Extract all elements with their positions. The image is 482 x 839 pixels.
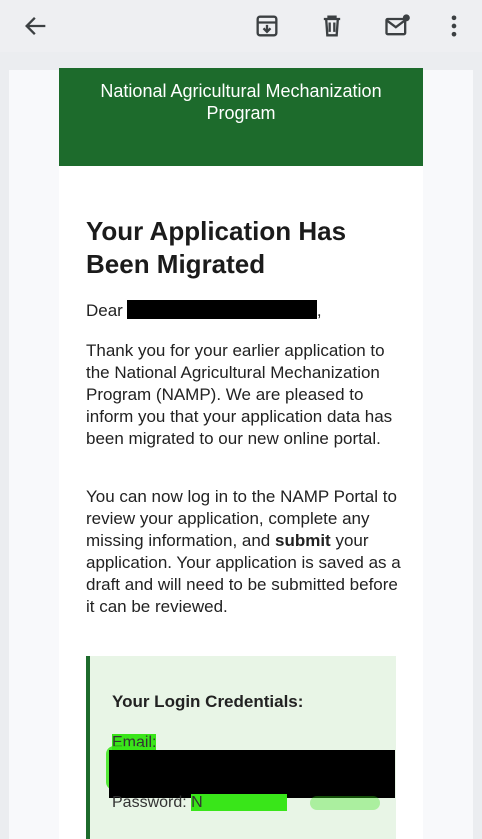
email-card: National Agricultural Mechanization Prog… xyxy=(59,68,423,839)
redacted-email xyxy=(109,750,395,798)
submit-emphasis: submit xyxy=(274,531,331,550)
password-label: Password: xyxy=(112,794,187,811)
more-vert-icon[interactable] xyxy=(440,12,468,40)
salutation-suffix: , xyxy=(316,301,322,320)
credentials-box: Your Login Credentials: Email: Password:… xyxy=(86,656,396,839)
toolbar xyxy=(0,0,482,52)
paragraph-instructions: You can now log in to the NAMP Portal to… xyxy=(86,486,406,618)
email-header-banner: National Agricultural Mechanization Prog… xyxy=(59,68,423,166)
arrow-left-icon[interactable] xyxy=(22,12,50,40)
credentials-title: Your Login Credentials: xyxy=(112,692,304,711)
paragraph-intro: Thank you for your earlier application t… xyxy=(86,341,393,448)
salutation: Dear, xyxy=(86,300,322,322)
highlight-mark-2 xyxy=(310,796,380,810)
mail-unread-icon[interactable] xyxy=(383,12,411,40)
archive-icon[interactable] xyxy=(253,12,281,40)
program-name: National Agricultural Mechanization Prog… xyxy=(100,81,382,123)
password-line: Password: N xyxy=(112,794,288,812)
trash-icon[interactable] xyxy=(318,12,346,40)
password-visible-char: N xyxy=(191,794,203,811)
password-value: N xyxy=(191,794,288,811)
redacted-name xyxy=(126,300,317,319)
salutation-prefix: Dear xyxy=(86,301,123,320)
email-title: Your Application Has Been Migrated xyxy=(86,216,347,279)
